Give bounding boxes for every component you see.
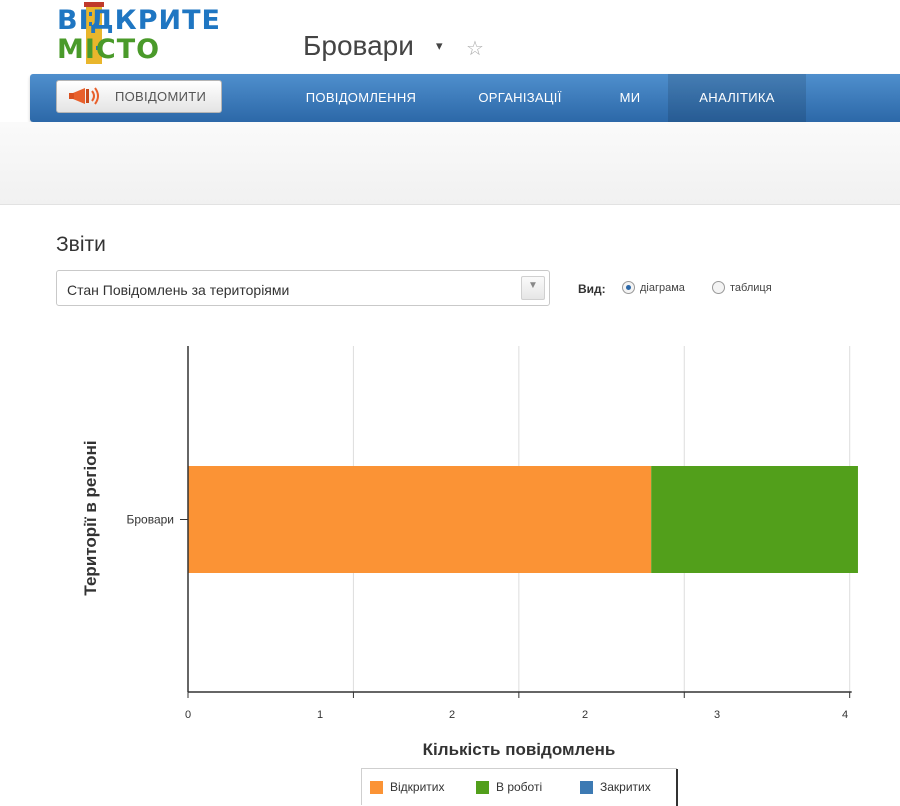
legend-border bbox=[676, 769, 678, 806]
y-axis-title: Території в регіоні bbox=[81, 440, 100, 595]
subheader-band bbox=[0, 122, 900, 205]
view-radio-table-label[interactable]: таблиця bbox=[730, 282, 772, 294]
nav-item-analytics[interactable]: АНАЛІТИКА bbox=[668, 74, 806, 122]
page-title: Звіти bbox=[56, 233, 106, 256]
chevron-down-icon: ▼ bbox=[528, 280, 538, 291]
chevron-down-icon[interactable]: ▾ bbox=[436, 38, 443, 54]
star-icon[interactable]: ☆ bbox=[466, 36, 484, 61]
nav-item-messages[interactable]: ПОВІДОМЛЕННЯ bbox=[286, 74, 436, 122]
legend-label-open: Відкритих bbox=[390, 780, 445, 794]
megaphone-icon bbox=[69, 87, 99, 105]
nav-item-organizations[interactable]: ОРГАНІЗАЦІЇ bbox=[460, 74, 580, 122]
y-tick-label: Бровари bbox=[126, 513, 174, 527]
x-tick-label: 2 bbox=[449, 709, 455, 721]
site-logo[interactable]: ВІДКРИТЕ МІСТО bbox=[57, 2, 232, 68]
x-tick-label: 2 bbox=[582, 709, 588, 721]
view-label: Вид: bbox=[578, 282, 606, 296]
logo-text-top: ВІДКРИТЕ bbox=[57, 5, 221, 36]
logo-text-bottom: МІСТО bbox=[57, 34, 161, 65]
legend-label-closed: Закритих bbox=[600, 780, 651, 794]
report-button-label: ПОВІДОМИТИ bbox=[115, 89, 207, 104]
territory-status-chart: Бровари 0 1 2 2 3 4 Кількість повідомлень Тери… bbox=[81, 346, 858, 759]
x-axis-title: Кількість повідомлень bbox=[423, 740, 616, 759]
view-radio-chart-label[interactable]: діаграма bbox=[640, 282, 685, 294]
main-navbar: ПОВІДОМИТИ ПОВІДОМЛЕННЯ ОРГАНІЗАЦІЇ МИ А… bbox=[30, 74, 900, 122]
legend-swatch-open bbox=[370, 781, 383, 794]
chart-bars bbox=[188, 466, 858, 573]
legend-swatch-closed bbox=[580, 781, 593, 794]
report-select[interactable]: Стан Повідомлень за територіями ▼ bbox=[56, 270, 550, 306]
x-tick-label: 0 bbox=[185, 709, 191, 721]
bar-in-progress[interactable] bbox=[651, 466, 858, 573]
view-radio-table[interactable] bbox=[712, 281, 725, 294]
x-tick-label: 3 bbox=[714, 709, 720, 721]
legend-swatch-in-progress bbox=[476, 781, 489, 794]
chart-legend: Відкритих В роботі Закритих bbox=[361, 768, 678, 806]
legend-label-in-progress: В роботі bbox=[496, 780, 543, 794]
city-selector[interactable]: Бровари bbox=[303, 30, 414, 62]
x-tick-label: 1 bbox=[317, 709, 323, 721]
report-select-value: Стан Повідомлень за територіями bbox=[67, 282, 290, 298]
select-arrow[interactable]: ▼ bbox=[521, 276, 545, 300]
nav-item-about[interactable]: МИ bbox=[608, 74, 652, 122]
x-tick-label: 4 bbox=[842, 709, 848, 721]
bar-open[interactable] bbox=[188, 466, 652, 573]
view-radio-chart[interactable] bbox=[622, 281, 635, 294]
report-issue-button[interactable]: ПОВІДОМИТИ bbox=[56, 80, 222, 113]
